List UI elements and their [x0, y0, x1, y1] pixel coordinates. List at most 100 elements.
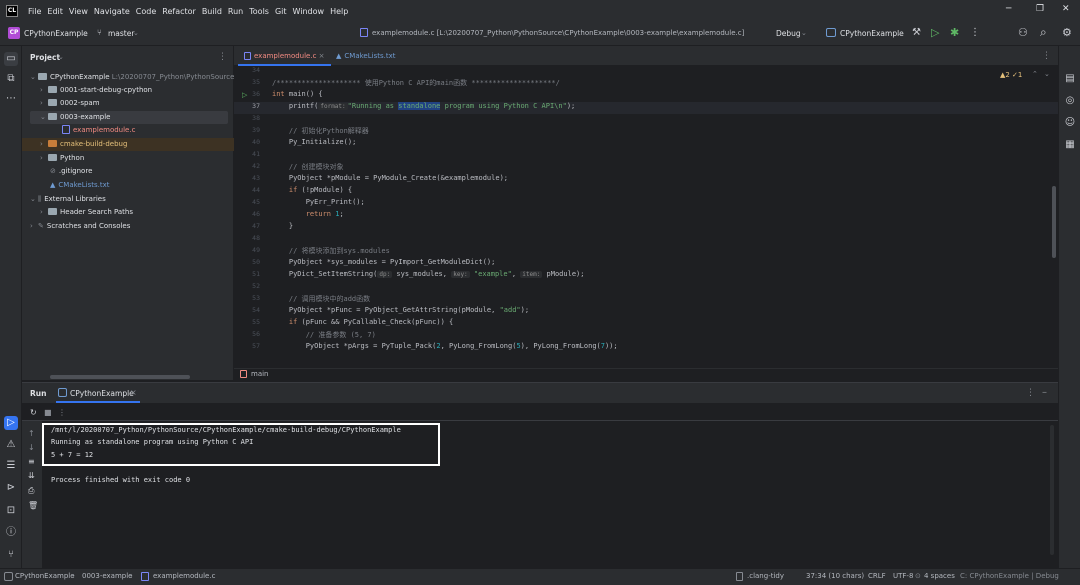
minimize-panel-icon[interactable]: –	[1042, 387, 1047, 398]
more-vertical-icon[interactable]: ⋮	[1026, 388, 1035, 398]
database-icon[interactable]: ▤	[1063, 72, 1077, 86]
tree-item-selected[interactable]: ⌄ 0003-example	[40, 111, 110, 124]
chevron-down-icon[interactable]: ⌄	[30, 193, 38, 206]
more-vertical-icon[interactable]: ⋮	[1042, 51, 1051, 61]
tree-item[interactable]: › 0001-start-debug-cpython	[40, 84, 152, 97]
problems-icon[interactable]: ⚠	[4, 438, 18, 452]
terminal-icon[interactable]: ⊡	[4, 504, 18, 518]
rerun-icon[interactable]: ↻	[30, 408, 37, 417]
more-vertical-icon[interactable]: ⋮	[58, 408, 66, 417]
status-crumb[interactable]: CPythonExample	[15, 572, 75, 580]
horizontal-scrollbar[interactable]	[50, 375, 190, 379]
arrow-down-icon[interactable]: ↓	[28, 443, 35, 452]
trash-icon[interactable]: 🗑	[28, 501, 38, 510]
chevron-down-icon[interactable]: ⌄	[1044, 70, 1050, 78]
current-file-path[interactable]: examplemodule.c [L:\20200707_Python\Pyth…	[372, 29, 744, 37]
chevron-right-icon[interactable]: ›	[40, 97, 48, 110]
menu-git[interactable]: Git	[275, 7, 287, 16]
chevron-down-icon[interactable]: ⌄	[896, 29, 902, 37]
status-crumb[interactable]: examplemodule.c	[153, 572, 215, 580]
lock-icon[interactable]: ⊙	[915, 572, 921, 580]
build-config-selector[interactable]: Debug	[776, 29, 801, 38]
ai-assistant-icon[interactable]: ◎	[1063, 94, 1077, 108]
close-icon[interactable]: ×	[130, 388, 137, 397]
todo-icon[interactable]: ☰	[4, 459, 18, 473]
run-icon[interactable]: ▷	[931, 26, 939, 39]
soft-wrap-icon[interactable]: ≡	[28, 457, 35, 466]
indent-setting[interactable]: 4 spaces	[924, 572, 955, 580]
more-vertical-icon[interactable]: ⋮	[970, 27, 980, 38]
line-separator[interactable]: CRLF	[868, 572, 886, 580]
copilot-icon[interactable]: ☺	[1063, 116, 1077, 130]
menu-run[interactable]: Run	[228, 7, 243, 16]
tab-cmakelists[interactable]: ▲ CMakeLists.txt	[330, 46, 401, 66]
tab-run-config[interactable]: CPythonExample	[70, 389, 134, 398]
project-selector[interactable]: CPythonExample	[24, 29, 88, 38]
tree-item[interactable]: › cmake-build-debug	[40, 138, 127, 151]
menu-view[interactable]: View	[69, 7, 88, 16]
maximize-icon[interactable]: ❐	[1036, 4, 1044, 14]
tab-examplemodule[interactable]: examplemodule.c ×	[238, 46, 331, 66]
tree-item[interactable]: ⊘ .gitignore	[50, 165, 92, 178]
chevron-right-icon[interactable]: ›	[40, 84, 48, 97]
tree-item[interactable]: › 0002-spam	[40, 97, 100, 110]
scroll-to-end-icon[interactable]: ⇊	[28, 471, 35, 480]
debug-icon[interactable]: ✱	[950, 26, 959, 39]
more-horizontal-icon[interactable]: ⋯	[4, 92, 18, 106]
search-icon[interactable]: ⌕	[1040, 25, 1047, 40]
context-status[interactable]: C: CPythonExample | Debug	[960, 572, 1059, 580]
menu-help[interactable]: Help	[330, 7, 348, 16]
caret-position[interactable]: 37:34 (10 chars)	[806, 572, 864, 580]
chevron-down-icon[interactable]: ⌄	[40, 111, 48, 124]
chevron-down-icon[interactable]: ⌄	[58, 53, 64, 61]
print-icon[interactable]: ⎙	[28, 486, 34, 496]
more-vertical-icon[interactable]: ⋮	[218, 52, 227, 62]
close-icon[interactable]: ×	[319, 52, 325, 60]
tree-item[interactable]: › Python	[40, 152, 84, 165]
tree-root[interactable]: ⌄ CPythonExample L:\20200707_Python\Pytho…	[30, 71, 246, 84]
folder-icon[interactable]: ▭	[4, 52, 18, 66]
menu-window[interactable]: Window	[293, 7, 325, 16]
menu-tools[interactable]: Tools	[249, 7, 269, 16]
menu-file[interactable]: File	[28, 7, 41, 16]
project-badge[interactable]: CP	[8, 27, 20, 39]
tree-item[interactable]: › ✎ Scratches and Consoles	[30, 220, 130, 233]
vertical-scrollbar[interactable]	[1050, 425, 1054, 555]
menu-refactor[interactable]: Refactor	[162, 7, 196, 16]
clang-tidy-status[interactable]: .clang-tidy	[747, 572, 784, 580]
run-tool-icon[interactable]: ▷	[4, 416, 18, 430]
git-icon[interactable]: ⑂	[4, 548, 18, 562]
branch-selector[interactable]: master	[108, 29, 134, 38]
project-panel-title[interactable]: Project	[30, 53, 60, 62]
chevron-right-icon[interactable]: ›	[40, 138, 48, 151]
add-user-icon[interactable]: ⚇	[1018, 26, 1028, 39]
run-panel-title[interactable]: Run	[30, 389, 46, 398]
menu-edit[interactable]: Edit	[47, 7, 63, 16]
status-crumb[interactable]: 0003-example	[82, 572, 132, 580]
arrow-up-icon[interactable]: ↑	[28, 429, 35, 438]
gear-icon[interactable]: ⚙	[1062, 26, 1072, 39]
structure-icon[interactable]: ⧉	[4, 72, 18, 86]
minimize-icon[interactable]: ─	[1006, 4, 1011, 14]
services-icon[interactable]: ⊳	[4, 481, 18, 495]
menu-navigate[interactable]: Navigate	[94, 7, 130, 16]
notifications-icon[interactable]: ▦	[1063, 138, 1077, 152]
run-target-selector[interactable]: CPythonExample	[840, 29, 904, 38]
file-encoding[interactable]: UTF-8	[893, 572, 913, 580]
problems-info-icon[interactable]: ⓘ	[4, 526, 18, 540]
tree-item[interactable]: ▲ CMakeLists.txt	[50, 179, 109, 192]
menu-code[interactable]: Code	[136, 7, 156, 16]
chevron-right-icon[interactable]: ›	[40, 152, 48, 165]
chevron-right-icon[interactable]: ›	[40, 206, 48, 219]
chevron-down-icon[interactable]: ⌄	[801, 29, 807, 37]
stop-icon[interactable]: ■	[44, 408, 52, 417]
chevron-down-icon[interactable]: ⌄	[80, 29, 86, 37]
hammer-icon[interactable]: ⚒	[912, 27, 921, 38]
close-icon[interactable]: ✕	[1062, 4, 1070, 14]
breadcrumb[interactable]: main	[251, 370, 269, 378]
inspection-widget[interactable]: ▲2 ✓1	[1000, 71, 1022, 79]
chevron-up-icon[interactable]: ⌃	[1032, 70, 1038, 78]
chevron-down-icon[interactable]: ⌄	[133, 29, 139, 37]
tree-item[interactable]: › Header Search Paths	[40, 206, 133, 219]
menu-build[interactable]: Build	[202, 7, 222, 16]
